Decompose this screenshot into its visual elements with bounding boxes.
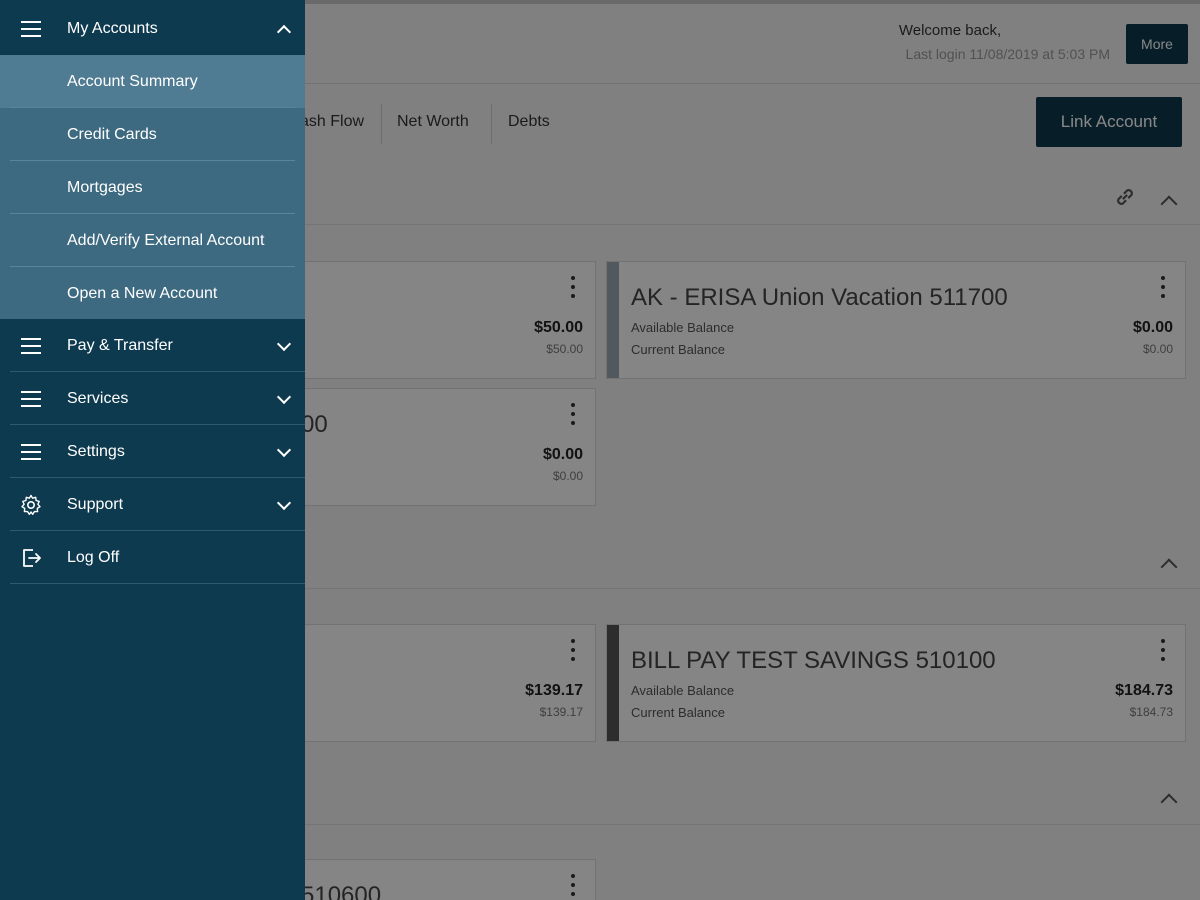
hamburger-icon xyxy=(21,391,41,407)
divider xyxy=(10,583,305,584)
submenu-mortgages[interactable]: Mortgages xyxy=(0,161,305,214)
menu-label: Pay & Transfer xyxy=(67,337,173,354)
menu-settings[interactable]: Settings xyxy=(0,425,305,478)
submenu-add-verify-external-account[interactable]: Add/Verify External Account xyxy=(0,214,305,267)
menu-label: My Accounts xyxy=(67,20,158,37)
menu-my-accounts[interactable]: My Accounts xyxy=(0,2,305,55)
menu-pay-transfer[interactable]: Pay & Transfer xyxy=(0,319,305,372)
menu-label: Services xyxy=(67,390,129,407)
navigation-drawer: My Accounts Account Summary Credit Cards… xyxy=(0,0,305,900)
submenu-credit-cards[interactable]: Credit Cards xyxy=(0,108,305,161)
submenu-open-new-account[interactable]: Open a New Account xyxy=(0,267,305,320)
submenu-label: Mortgages xyxy=(67,179,143,196)
chevron-down-icon xyxy=(277,498,291,512)
submenu-label: Credit Cards xyxy=(67,126,157,143)
hamburger-icon xyxy=(21,21,41,37)
logout-icon xyxy=(23,549,41,567)
menu-log-off[interactable]: Log Off xyxy=(0,531,305,584)
menu-label: Settings xyxy=(67,443,125,460)
menu-services[interactable]: Services xyxy=(0,372,305,425)
chevron-down-icon xyxy=(277,392,291,406)
chevron-down-icon xyxy=(277,445,291,459)
chevron-up-icon xyxy=(277,22,291,36)
gear-icon xyxy=(21,494,41,515)
chevron-down-icon xyxy=(277,339,291,353)
hamburger-icon xyxy=(21,444,41,460)
submenu-label: Account Summary xyxy=(67,73,198,90)
menu-support[interactable]: Support xyxy=(0,478,305,531)
menu-label: Support xyxy=(67,496,124,513)
menu-label: Log Off xyxy=(67,549,120,566)
hamburger-icon xyxy=(21,338,41,354)
my-accounts-submenu: Account Summary Credit Cards Mortgages A… xyxy=(0,55,305,319)
submenu-label: Add/Verify External Account xyxy=(67,232,265,249)
submenu-account-summary[interactable]: Account Summary xyxy=(0,55,305,108)
submenu-label: Open a New Account xyxy=(67,285,218,302)
